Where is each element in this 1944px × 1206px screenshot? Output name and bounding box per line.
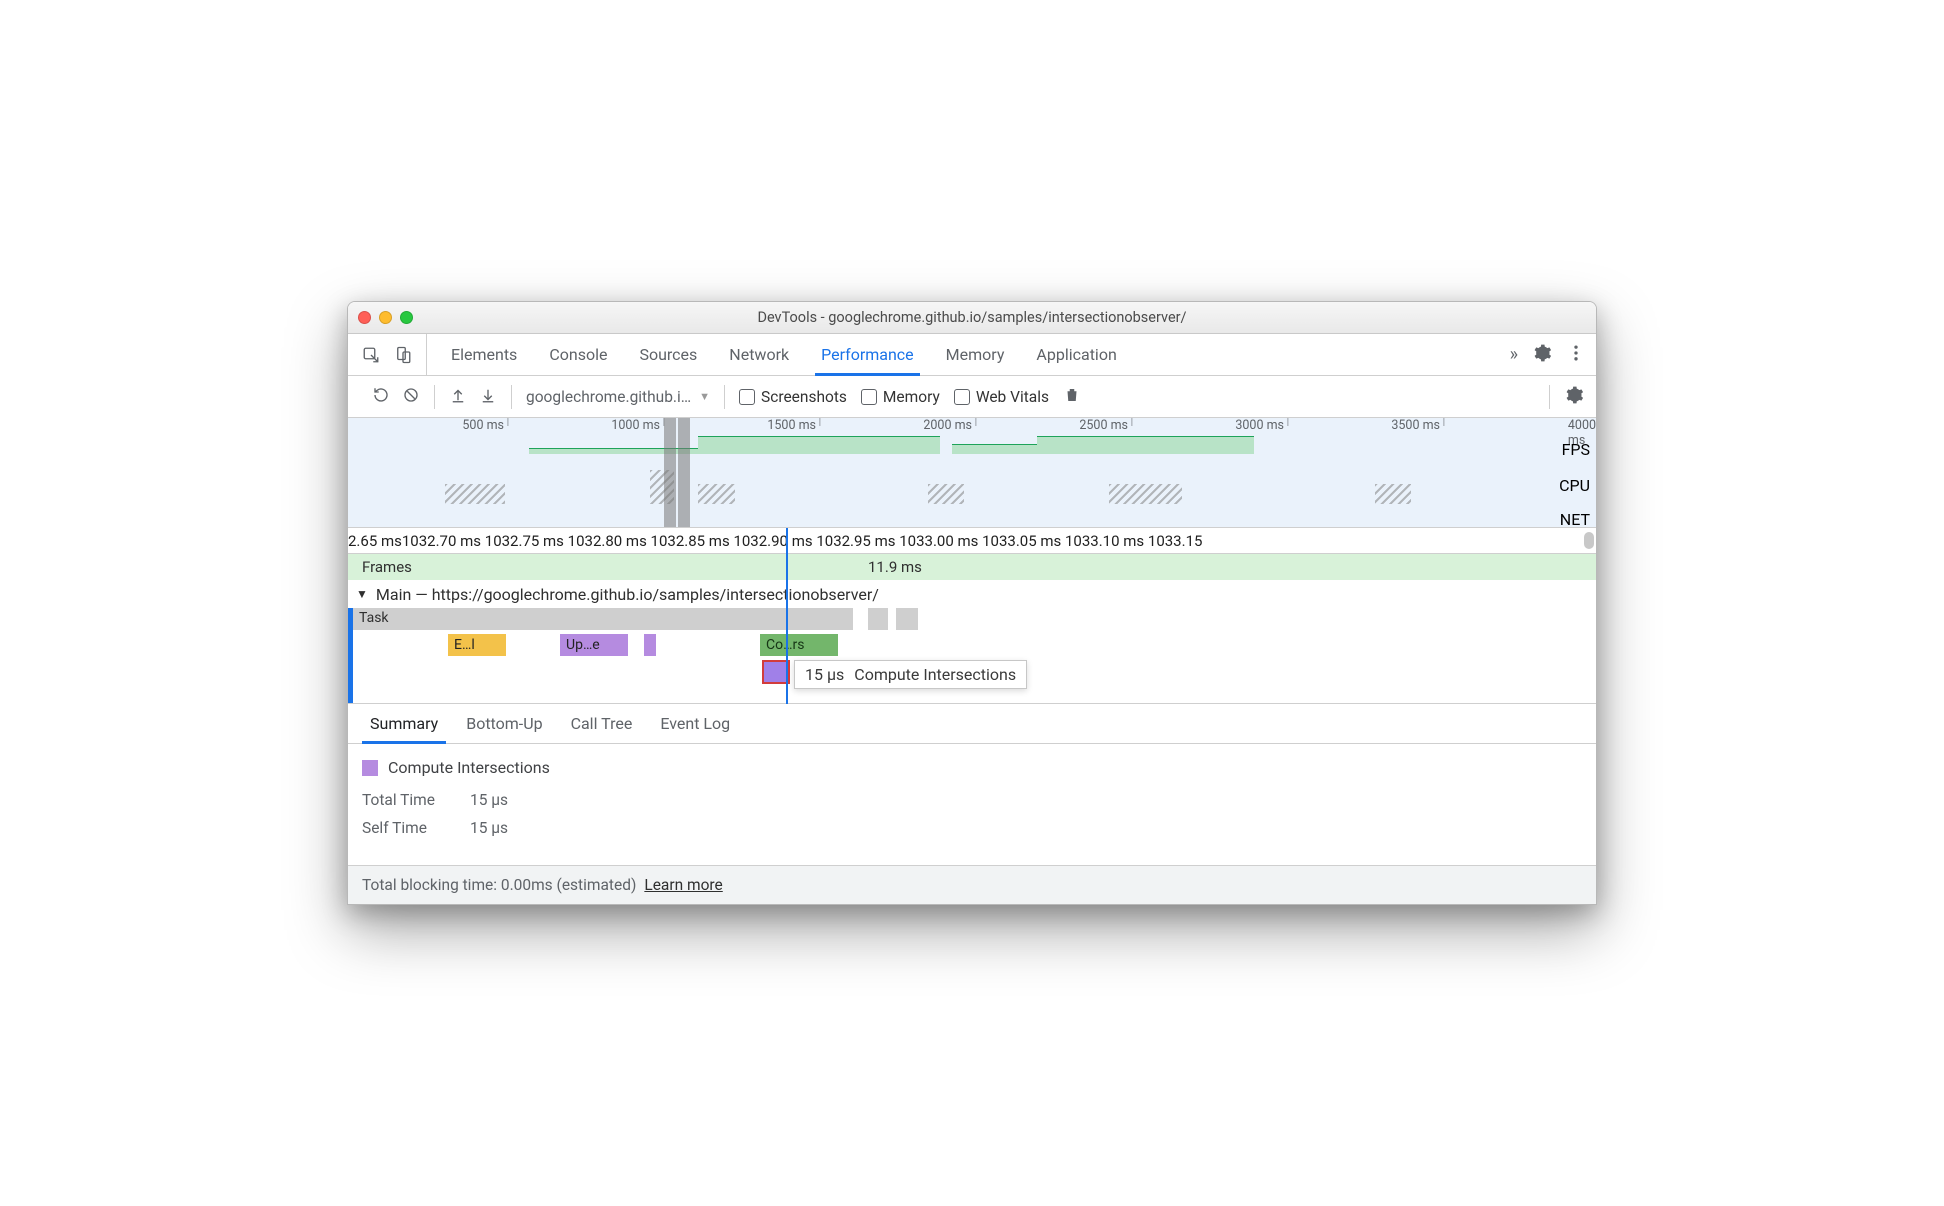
task-span[interactable]: Task [353, 608, 853, 630]
status-footer: Total blocking time: 0.00ms (estimated) … [348, 865, 1596, 904]
checkbox-icon [739, 389, 755, 405]
detail-tab-call-tree[interactable]: Call Tree [557, 704, 647, 743]
overview-fps [348, 436, 1556, 454]
window-title: DevTools - googlechrome.github.io/sample… [348, 309, 1596, 326]
overview-ruler: 500 ms 1000 ms 1500 ms 2000 ms 2500 ms 3… [348, 418, 1596, 436]
reload-icon[interactable] [372, 386, 390, 408]
detail-tab-summary[interactable]: Summary [356, 704, 452, 743]
detail-tab-bottom-up[interactable]: Bottom-Up [452, 704, 556, 743]
tab-network[interactable]: Network [713, 334, 805, 375]
overview-window-handle-right[interactable] [678, 418, 690, 527]
overview-label-fps: FPS [1562, 440, 1590, 459]
device-toggle-icon[interactable] [394, 346, 412, 364]
recording-selector[interactable]: googlechrome.github.i… ▼ [526, 388, 710, 406]
web-vitals-checkbox[interactable]: Web Vitals [954, 388, 1049, 406]
screenshots-checkbox[interactable]: Screenshots [739, 388, 847, 406]
event-span[interactable]: Up…e [560, 634, 628, 656]
recording-name: googlechrome.github.i… [526, 388, 691, 406]
summary-event-name: Compute Intersections [388, 758, 550, 777]
tab-elements[interactable]: Elements [435, 334, 533, 375]
checkbox-icon [954, 389, 970, 405]
download-icon[interactable] [479, 386, 497, 408]
event-span[interactable]: Co…rs [760, 634, 838, 656]
main-thread-title: Main — https://googlechrome.github.io/sa… [376, 585, 879, 604]
tab-memory[interactable]: Memory [930, 334, 1021, 375]
total-blocking-time: Total blocking time: 0.00ms (estimated) [362, 876, 636, 894]
capture-settings-icon[interactable] [1564, 385, 1584, 409]
tab-console[interactable]: Console [533, 334, 623, 375]
tooltip-duration: 15 µs [805, 665, 844, 684]
frames-value: 11.9 ms [868, 558, 922, 576]
detail-tab-event-log[interactable]: Event Log [646, 704, 744, 743]
event-color-chip [362, 760, 378, 776]
overview-window-handle-left[interactable] [664, 418, 676, 527]
event-span[interactable] [644, 634, 656, 656]
tab-performance[interactable]: Performance [805, 334, 930, 375]
kebab-menu-icon[interactable] [1566, 343, 1586, 367]
frames-label: Frames [362, 558, 412, 576]
dropdown-triangle-icon: ▼ [699, 390, 710, 403]
memory-checkbox[interactable]: Memory [861, 388, 940, 406]
overview-label-net: NET [1560, 510, 1590, 529]
flame-chart[interactable]: Task E…l Up…e Co…rs 15 µs Compute Inters… [348, 608, 1596, 704]
overview-pane[interactable]: 500 ms 1000 ms 1500 ms 2000 ms 2500 ms 3… [348, 418, 1596, 528]
main-tabs-row: Elements Console Sources Network Perform… [348, 334, 1596, 376]
learn-more-link[interactable]: Learn more [644, 876, 722, 894]
main-tabs: Elements Console Sources Network Perform… [435, 334, 1500, 375]
checkbox-icon [861, 389, 877, 405]
detail-tabs: Summary Bottom-Up Call Tree Event Log [348, 704, 1596, 744]
devtools-window: DevTools - googlechrome.github.io/sample… [347, 301, 1597, 905]
overview-cpu [348, 458, 1556, 504]
inspect-icon[interactable] [362, 346, 380, 364]
tooltip-name: Compute Intersections [854, 665, 1016, 684]
delete-icon[interactable] [1063, 386, 1081, 408]
main-thread-header[interactable]: ▼ Main — https://googlechrome.github.io/… [348, 580, 1596, 608]
summary-row: Self Time 15 µs [362, 819, 1582, 837]
more-tabs-icon[interactable]: » [1510, 344, 1518, 365]
clear-icon[interactable] [402, 386, 420, 408]
detail-ruler[interactable]: 2.65 ms 1032.70 ms 1032.75 ms 1032.80 ms… [348, 528, 1596, 554]
frames-row[interactable]: Frames 11.9 ms [348, 554, 1596, 580]
event-tooltip: 15 µs Compute Intersections [794, 660, 1027, 689]
tab-sources[interactable]: Sources [623, 334, 713, 375]
settings-icon[interactable] [1532, 343, 1552, 367]
upload-icon[interactable] [449, 386, 467, 408]
titlebar: DevTools - googlechrome.github.io/sample… [348, 302, 1596, 334]
vertical-scrollbar[interactable] [1584, 532, 1594, 549]
summary-row: Total Time 15 µs [362, 791, 1582, 809]
summary-panel: Compute Intersections Total Time 15 µs S… [348, 744, 1596, 865]
event-span[interactable]: E…l [448, 634, 506, 656]
tab-application[interactable]: Application [1020, 334, 1132, 375]
performance-toolbar: googlechrome.github.i… ▼ Screenshots Mem… [348, 376, 1596, 418]
overview-label-cpu: CPU [1559, 476, 1590, 495]
task-span[interactable] [868, 608, 888, 630]
task-span[interactable] [896, 608, 918, 630]
disclosure-triangle-icon[interactable]: ▼ [356, 587, 368, 601]
playhead[interactable] [786, 528, 788, 704]
